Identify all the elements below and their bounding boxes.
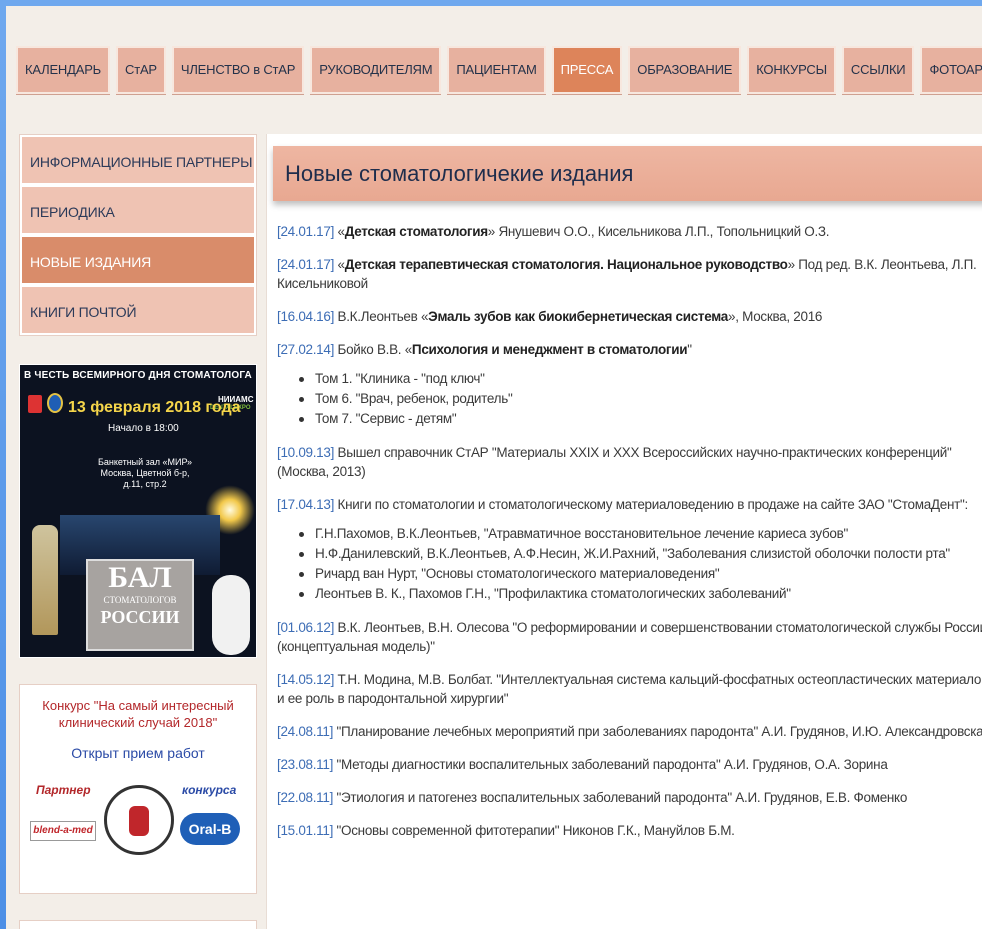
entry-book-link[interactable]: Психология и менеджмент в стоматологии	[412, 342, 688, 357]
entry-text-pre: «	[337, 257, 346, 272]
news-entry: [15.01.11] "Основы современной фитотерап…	[277, 821, 982, 840]
news-entry: [14.05.12] Т.Н. Модина, М.В. Болбат. "Ин…	[277, 670, 982, 708]
news-list: [24.01.17] «Детская стоматология» Янушев…	[277, 222, 982, 854]
contest-label: конкурса	[182, 783, 237, 797]
news-entry: [17.04.13] Книги по стоматологии и стома…	[277, 495, 982, 514]
entry-book-link[interactable]: Детская терапевтическая стоматология. На…	[345, 257, 788, 272]
event-start-time: Начало в 18:00	[108, 423, 179, 434]
news-entry: [24.01.17] «Детская стоматология» Янушев…	[277, 222, 982, 241]
entry-text[interactable]: "Методы диагностики воспалительных забол…	[337, 757, 888, 772]
blend-a-med-logo: blend-a-med	[30, 821, 96, 841]
contest-title: Конкурс "На самый интересный клинический…	[42, 698, 234, 730]
sidebar-item-books-by-mail[interactable]: КНИГИ ПОЧТОЙ	[20, 285, 256, 335]
entry-text[interactable]: Вышел справочник СтАР "Материалы XXIX и …	[277, 445, 952, 479]
emblem-icon	[47, 393, 63, 413]
nav-star[interactable]: СтАР	[116, 46, 166, 94]
nav-managers[interactable]: РУКОВОДИТЕЛЯМ	[310, 46, 442, 94]
entry-date: [01.06.12]	[277, 620, 335, 635]
entry-date: [23.08.11]	[277, 757, 334, 772]
nav-press[interactable]: ПРЕССА	[551, 46, 623, 94]
nav-links[interactable]: ССЫЛКИ	[841, 46, 915, 94]
clinical-case-contest-banner[interactable]: Конкурс "На самый интересный клинический…	[19, 684, 257, 894]
list-item: Ричард ван Нурт, "Основы стоматологическ…	[299, 564, 982, 584]
sign-ball-word: БАЛ	[108, 561, 172, 594]
volume-list: Том 1. "Клиника - "под ключ" Том 6. "Вра…	[299, 369, 982, 429]
ball-sign: БАЛ СТОМАТОЛОГОВ РОССИИ	[86, 559, 194, 651]
nav-patients[interactable]: ПАЦИЕНТАМ	[447, 46, 546, 94]
sidebar-banner-placeholder[interactable]	[19, 920, 257, 929]
page-title-bar: Новые стоматологичекие издания	[273, 146, 982, 201]
news-entry: [24.08.11] "Планирование лечебных меропр…	[277, 722, 982, 741]
list-item: Г.Н.Пахомов, В.К.Леонтьев, "Атравматично…	[299, 524, 982, 544]
sidebar: ИНФОРМАЦИОННЫЕ ПАРТНЕРЫ ПЕРИОДИКА НОВЫЕ …	[19, 134, 257, 929]
entry-text[interactable]: Книги по стоматологии и стоматологическо…	[338, 497, 969, 512]
sidebar-item-new-editions[interactable]: НОВЫЕ ИЗДАНИЯ	[20, 235, 256, 285]
entry-text[interactable]: "Планирование лечебных мероприятий при з…	[337, 724, 982, 739]
entry-text-post: », Москва, 2016	[727, 309, 823, 324]
gloved-hand-image	[212, 575, 250, 655]
event-date: 13 февраля 2018 года	[68, 399, 241, 416]
banner-headline: В ЧЕСТЬ ВСЕМИРНОГО ДНЯ СТОМАТОЛОГА	[24, 370, 252, 381]
entry-text-post: "	[687, 342, 692, 357]
nav-education[interactable]: ОБРАЗОВАНИЕ	[628, 46, 742, 94]
entry-date: [16.04.16]	[277, 309, 335, 324]
research-institute-seal-icon	[104, 785, 174, 855]
news-entry: [24.01.17] «Детская терапевтическая стом…	[277, 255, 982, 293]
nav-membership[interactable]: ЧЛЕНСТВО в СтАР	[171, 46, 305, 94]
entry-date: [27.02.14]	[277, 342, 335, 357]
entry-date: [24.01.17]	[277, 257, 335, 272]
sidebar-item-info-partners[interactable]: ИНФОРМАЦИОННЫЕ ПАРТНЕРЫ	[20, 135, 256, 185]
entry-text[interactable]: Т.Н. Модина, М.В. Болбат. "Интеллектуаль…	[277, 672, 982, 706]
list-item: Том 7. "Сервис - детям"	[299, 409, 982, 429]
news-entry: [10.09.13] Вышел справочник СтАР "Матери…	[277, 443, 982, 481]
entry-date: [14.05.12]	[277, 672, 335, 687]
news-entry: [16.04.16] В.К.Леонтьев «Эмаль зубов как…	[277, 307, 982, 326]
entry-text-pre: Бойко В.В. «	[337, 342, 413, 357]
news-entry: [23.08.11] "Методы диагностики воспалите…	[277, 755, 982, 774]
contest-open-text: Открыт прием работ	[71, 745, 205, 761]
list-item: Том 1. "Клиника - "под ключ"	[299, 369, 982, 389]
nav-contests[interactable]: КОНКУРСЫ	[747, 46, 836, 94]
nav-calendar[interactable]: КАЛЕНДАРЬ	[16, 46, 110, 94]
list-item: Том 6. "Врач, ребенок, родитель"	[299, 389, 982, 409]
event-venue: Банкетный зал «МИР» Москва, Цветной б-р,…	[97, 457, 193, 489]
dentists-ball-banner[interactable]: В ЧЕСТЬ ВСЕМИРНОГО ДНЯ СТОМАТОЛОГА НИИАМ…	[19, 364, 257, 658]
sidebar-menu: ИНФОРМАЦИОННЫЕ ПАРТНЕРЫ ПЕРИОДИКА НОВЫЕ …	[19, 134, 257, 336]
news-entry: [22.08.11] "Этиология и патогенез воспал…	[277, 788, 982, 807]
top-navigation: КАЛЕНДАРЬ СтАР ЧЛЕНСТВО в СтАР РУКОВОДИТ…	[16, 46, 982, 96]
news-entry: [27.02.14] Бойко В.В. «Психология и мене…	[277, 340, 982, 359]
books-list: Г.Н.Пахомов, В.К.Леонтьев, "Атравматично…	[299, 524, 982, 604]
entry-text[interactable]: В.К. Леонтьев, В.Н. Олесова "О реформиро…	[277, 620, 982, 654]
partner-label: Партнер	[36, 783, 91, 797]
organizer-logo-icon	[28, 395, 42, 413]
entry-text-pre: «	[337, 224, 346, 239]
sign-dentists-word: СТОМАТОЛОГОВ	[103, 595, 177, 605]
entry-date: [24.08.11]	[277, 724, 334, 739]
entry-date: [15.01.11]	[277, 823, 334, 838]
page-title: Новые стоматологичекие издания	[285, 161, 634, 186]
entry-date: [22.08.11]	[277, 790, 334, 805]
page-frame: КАЛЕНДАРЬ СтАР ЧЛЕНСТВО в СтАР РУКОВОДИТ…	[6, 6, 982, 929]
entry-date: [17.04.13]	[277, 497, 335, 512]
entry-date: [10.09.13]	[277, 445, 335, 460]
sidebar-item-periodicals[interactable]: ПЕРИОДИКА	[20, 185, 256, 235]
oral-b-logo: Oral-B	[180, 813, 240, 845]
entry-text[interactable]: "Основы современной фитотерапии" Никонов…	[337, 823, 735, 838]
entry-date: [24.01.17]	[277, 224, 335, 239]
entry-text-post: » Янушевич О.О., Кисельникова Л.П., Топо…	[487, 224, 830, 239]
main-content: Новые стоматологичекие издания [24.01.17…	[266, 134, 982, 929]
entry-text-pre: В.К.Леонтьев «	[337, 309, 429, 324]
entry-text[interactable]: "Этиология и патогенез воспалительных за…	[337, 790, 908, 805]
sign-russia-word: РОССИИ	[100, 607, 180, 627]
champagne-glass-icon	[32, 525, 58, 635]
list-item: Леонтьев В. К., Пахомов Г.Н., "Профилакт…	[299, 584, 982, 604]
news-entry: [01.06.12] В.К. Леонтьев, В.Н. Олесова "…	[277, 618, 982, 656]
entry-book-link[interactable]: Эмаль зубов как биокибернетическая систе…	[428, 309, 728, 324]
entry-book-link[interactable]: Детская стоматология	[345, 224, 488, 239]
list-item: Н.Ф.Данилевский, В.К.Леонтьев, А.Ф.Несин…	[299, 544, 982, 564]
nav-photo-archive[interactable]: ФОТОАРХИВ	[920, 46, 982, 94]
